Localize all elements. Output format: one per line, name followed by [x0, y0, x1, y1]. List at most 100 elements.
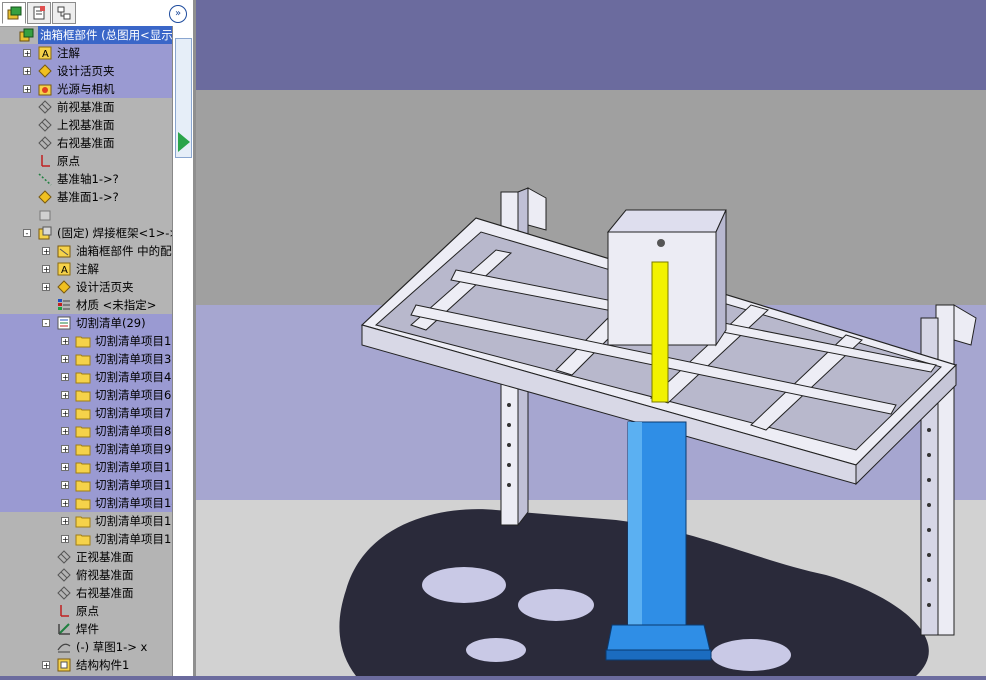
design-binder-icon [38, 64, 52, 78]
tree-item-label: 切割清单项目14(2 [95, 496, 172, 510]
folder-icon [75, 336, 91, 348]
expand-icon[interactable]: + [23, 49, 31, 58]
shadow-hole [711, 639, 791, 671]
tree-item[interactable]: 油箱框部件 (总图用<显示状 [0, 26, 172, 44]
tree-item[interactable]: 原点 [0, 602, 172, 620]
expand-icon[interactable]: + [61, 409, 69, 418]
tree-item-cut-list-folder[interactable]: + 切割清单项目14(2 [0, 494, 172, 512]
expand-icon[interactable]: + [61, 535, 69, 544]
tree-item-cut-list-folder[interactable]: + 切割清单项目16(2 [0, 530, 172, 548]
tree-item[interactable]: 基准轴1->? [0, 170, 172, 188]
expand-icon[interactable]: + [23, 85, 31, 94]
right-post[interactable] [935, 304, 955, 636]
tree-item-cut-list-folder[interactable]: + 切割清单项目7(2) [0, 404, 172, 422]
tree-scrollbar[interactable] [172, 26, 194, 676]
tree-item-label: 切割清单项目10(2 [95, 460, 172, 474]
tree-item[interactable] [0, 206, 172, 224]
expand-icon[interactable]: + [23, 67, 31, 76]
tree-item[interactable]: 右视基准面 [0, 134, 172, 152]
tree-item[interactable]: 上视基准面 [0, 116, 172, 134]
graphics-viewport[interactable] [196, 0, 986, 676]
tree-item[interactable]: + A 注解 [0, 44, 172, 62]
sketch-icon [57, 643, 71, 653]
tree-item[interactable]: + 设计活页夹 [0, 278, 172, 296]
plane-icon [38, 118, 52, 132]
expand-icon[interactable]: + [61, 481, 69, 490]
tree-item-cut-list-folder[interactable]: + 切割清单项目1(2) [0, 332, 172, 350]
folder-icon [75, 372, 91, 384]
collapse-icon[interactable]: - [23, 229, 31, 238]
tree-item-cut-list-folder[interactable]: + 切割清单项目6(2) [0, 386, 172, 404]
tree-item-label: 油箱框部件 (总图用<显示状 [38, 26, 172, 44]
tab-property-manager[interactable] [27, 2, 51, 24]
tree-item[interactable]: (-) 草图1-> x [0, 638, 172, 656]
material-icon [58, 299, 70, 310]
annotation-icon: A [57, 262, 71, 276]
tree-item-cut-list-folder[interactable]: + 切割清单项目9(2) [0, 440, 172, 458]
tree-item[interactable]: 材质 <未指定> [0, 296, 172, 314]
tree-item[interactable]: + 设计活页夹 [0, 62, 172, 80]
piston-rod[interactable] [651, 261, 669, 403]
tree-item-cut-list-folder[interactable]: + 切割清单项目3(4) [0, 350, 172, 368]
expand-icon[interactable]: + [61, 355, 69, 364]
tree-item-label: 焊件 [76, 622, 99, 636]
tree-item-label: 前视基准面 [57, 100, 115, 114]
tree-item-label: 注解 [57, 46, 80, 60]
tab-configuration-manager[interactable] [52, 2, 76, 24]
tree-item-cut-list-folder[interactable]: + 切割清单项目11(2 [0, 476, 172, 494]
tree-item-label: 右视基准面 [57, 136, 115, 150]
collapse-panel-button[interactable]: » [169, 5, 187, 23]
expand-icon[interactable]: + [61, 373, 69, 382]
top-block-hole [657, 239, 665, 247]
expand-icon[interactable]: + [42, 247, 50, 256]
expand-icon[interactable]: + [61, 517, 69, 526]
tree-item-label: 切割清单项目8(1) [95, 424, 172, 438]
tree-item-label: 切割清单(29) [76, 316, 146, 330]
tree-item[interactable]: + A 注解 [0, 260, 172, 278]
expand-icon[interactable]: + [42, 265, 50, 274]
tree-item[interactable]: + 油箱框部件 中的配合 [0, 242, 172, 260]
tree-item-label: 结构构件1 [76, 658, 130, 672]
annotation-icon: A [38, 46, 52, 60]
expand-icon[interactable]: + [61, 427, 69, 436]
expand-icon[interactable]: + [61, 391, 69, 400]
design-binder-icon [57, 280, 71, 294]
tab-feature-manager[interactable] [2, 2, 26, 24]
mates-folder-icon [57, 245, 71, 258]
tree-item-label: 原点 [76, 604, 99, 618]
expand-icon[interactable]: + [61, 445, 69, 454]
tree-item-cut-list-folder[interactable]: + 切割清单项目8(1) [0, 422, 172, 440]
model-view[interactable] [196, 0, 986, 676]
tree-item-cut-list-folder[interactable]: + 切割清单项目10(2 [0, 458, 172, 476]
folder-icon [75, 534, 91, 546]
tree-item-label: 基准轴1->? [57, 172, 119, 186]
folder-icon [75, 480, 91, 492]
tree-item-cut-list-folder[interactable]: + 切割清单项目4(6) [0, 368, 172, 386]
tree-item[interactable]: 原点 [0, 152, 172, 170]
tree-item[interactable]: 正视基准面 [0, 548, 172, 566]
tree-item[interactable]: + 结构构件1 [0, 656, 172, 674]
tree-item[interactable]: 俯视基准面 [0, 566, 172, 584]
tree-item[interactable]: 焊件 [0, 620, 172, 638]
shadow-hole [518, 589, 594, 621]
panel-resize-arrow-icon[interactable] [178, 132, 190, 152]
tree-item-label: 切割清单项目11(2 [95, 478, 172, 492]
tree-item[interactable]: + 光源与相机 [0, 80, 172, 98]
collapse-icon[interactable]: - [42, 319, 50, 328]
expand-icon[interactable]: + [61, 337, 69, 346]
tree-item-label: 设计活页夹 [57, 64, 115, 78]
expand-icon[interactable]: + [42, 661, 50, 670]
plane-icon [57, 586, 71, 600]
expand-icon[interactable]: + [42, 283, 50, 292]
tree-item-label: 基准面1->? [57, 190, 119, 204]
tree-item[interactable]: - 切割清单(29) [0, 314, 172, 332]
expand-icon[interactable]: + [61, 463, 69, 472]
mate-icon [39, 210, 51, 221]
tree-item[interactable]: 右视基准面 [0, 584, 172, 602]
tree-item[interactable]: 基准面1->? [0, 188, 172, 206]
expand-icon[interactable]: + [61, 499, 69, 508]
background-top [196, 0, 986, 90]
tree-item[interactable]: 前视基准面 [0, 98, 172, 116]
tree-item-cut-list-folder[interactable]: + 切割清单项目15(2 [0, 512, 172, 530]
tree-item[interactable]: - (固定) 焊接框架<1>->? [0, 224, 172, 242]
